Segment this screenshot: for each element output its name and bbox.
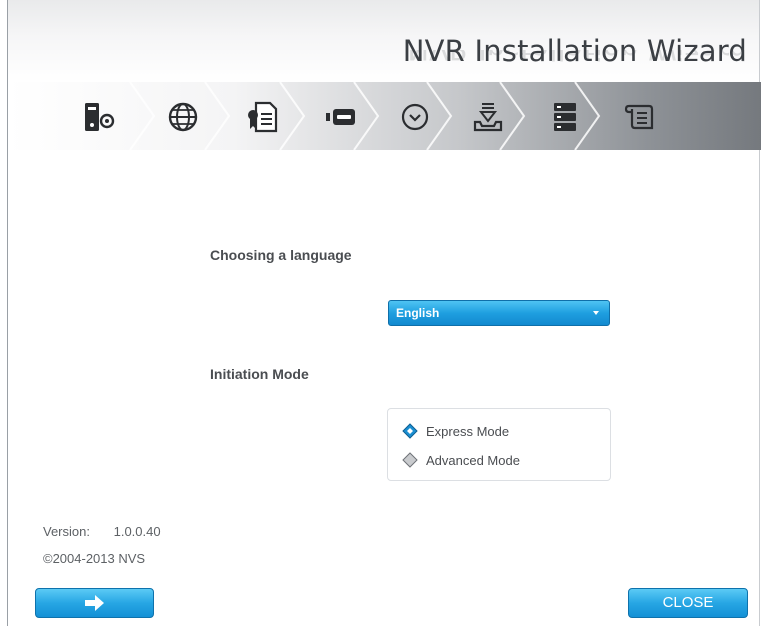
copyright-text: ©2004-2013 NVS: [43, 551, 146, 566]
next-button[interactable]: [35, 588, 154, 618]
language-selected-value: English: [396, 306, 440, 320]
license-document-icon: [242, 97, 282, 137]
close-button[interactable]: CLOSE: [628, 588, 748, 618]
advanced-mode-label: Advanced Mode: [426, 452, 520, 468]
language-select[interactable]: English: [388, 300, 610, 326]
globe-icon: [163, 97, 203, 137]
version-label: Version:: [43, 524, 90, 539]
arrow-right-icon: [84, 595, 104, 611]
install-tray-icon: [468, 97, 508, 137]
installer-window: NVR Installation Wizard NVR Installation…: [7, 0, 761, 626]
language-label: Choosing a language: [210, 247, 352, 263]
chevron-down-icon: [593, 311, 599, 315]
express-mode-radio[interactable]: Express Mode: [402, 422, 509, 440]
advanced-mode-radio[interactable]: Advanced Mode: [402, 451, 520, 469]
header: NVR Installation Wizard NVR Installation…: [8, 0, 759, 82]
initiation-mode-group: Express Mode Advanced Mode: [387, 408, 611, 481]
version-info: Version: 1.0.0.40: [43, 524, 161, 539]
window-title-reflection: NVR Installation Wizard: [407, 50, 747, 66]
radio-selected-icon: [402, 423, 418, 439]
clock-icon: [395, 97, 435, 137]
radio-unselected-icon: [402, 452, 418, 468]
scroll-icon: [620, 97, 660, 137]
step-progress-bar: [8, 82, 761, 150]
initiation-mode-label: Initiation Mode: [210, 366, 309, 382]
version-value: 1.0.0.40: [113, 524, 161, 539]
express-mode-label: Express Mode: [426, 423, 510, 439]
server-rack-icon: [545, 97, 585, 137]
server-settings-icon: [80, 97, 120, 137]
storage-drive-icon: [320, 97, 360, 137]
